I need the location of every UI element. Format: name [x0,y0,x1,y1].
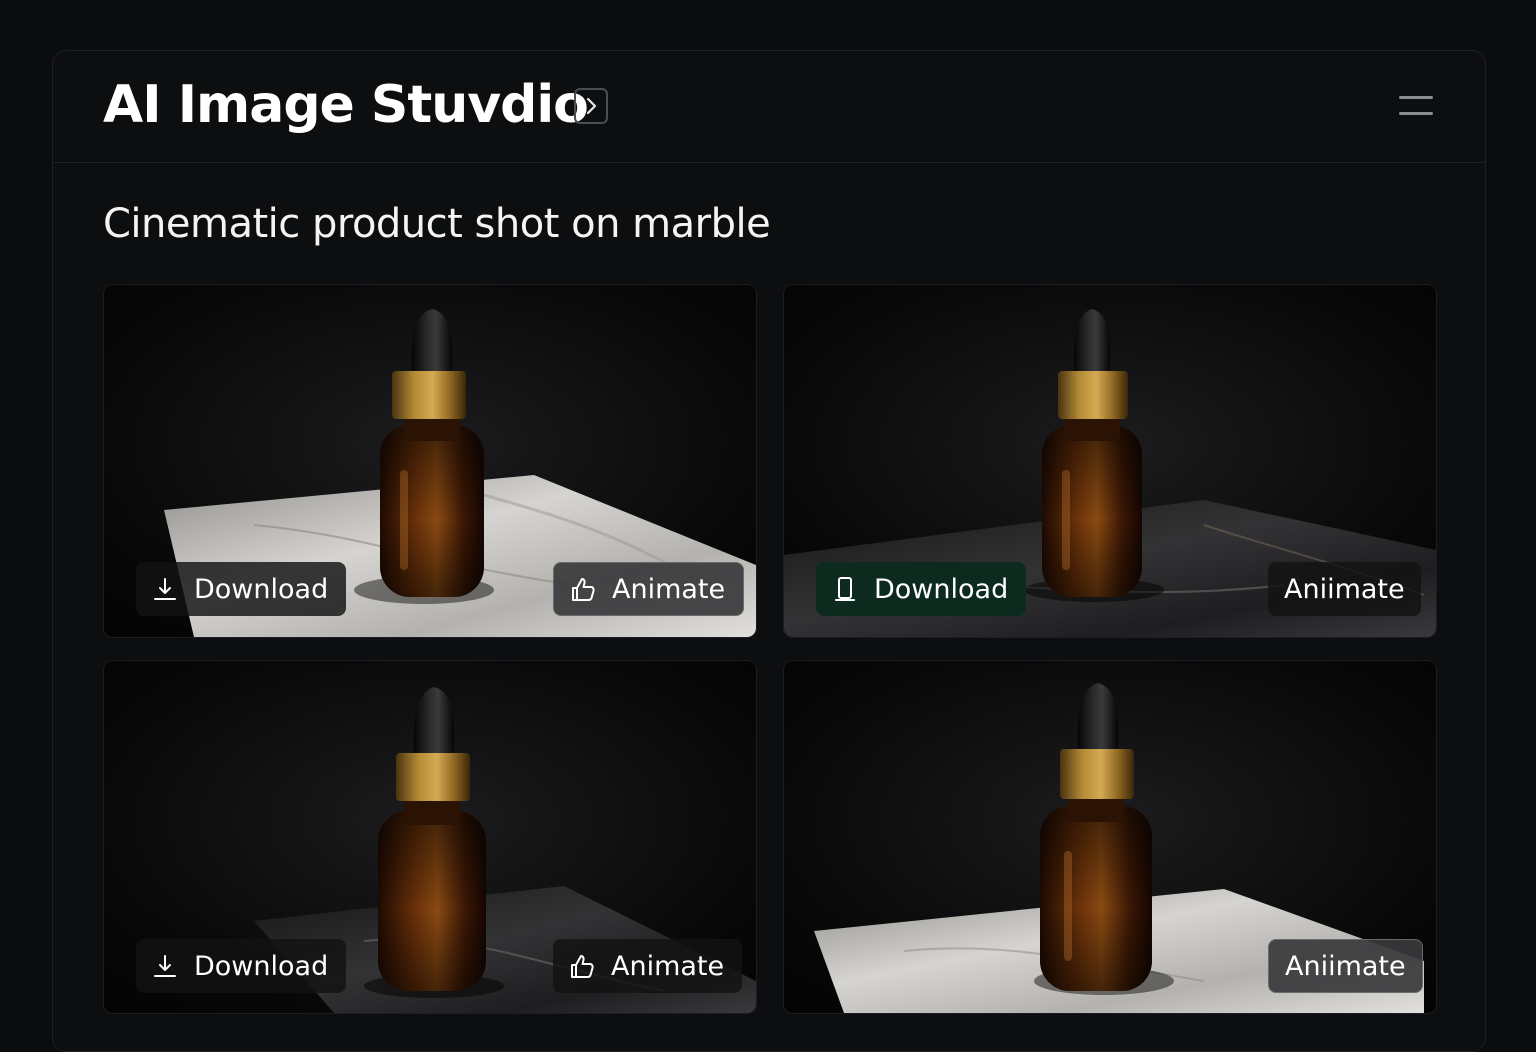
image-card-1[interactable]: Download Animate [103,284,757,638]
thumbs-up-icon [568,574,598,604]
animate-label: Aniimate [1284,573,1405,605]
animate-label: Aniimate [1285,950,1406,982]
download-icon [150,951,180,981]
prompt-title: Cinematic product shot on marble [103,201,771,247]
thumbs-up-icon [567,951,597,981]
download-label: Download [194,950,329,982]
menu-button[interactable] [1399,93,1435,119]
download-button[interactable]: Download [816,562,1027,616]
download-label: Download [874,573,1009,605]
app-title: AI Image Stuvdio [103,75,589,135]
menu-icon [1399,96,1433,99]
animate-label: Animate [612,573,726,605]
image-card-2[interactable]: Download Aniimate [783,284,1437,638]
animate-button[interactable]: Animate [553,939,743,993]
download-button[interactable]: Download [136,562,347,616]
animate-label: Animate [611,950,725,982]
download-label: Download [194,573,329,605]
app-header: AI Image Stuvdio [53,51,1485,163]
download-icon [150,574,180,604]
expand-button[interactable] [574,88,608,124]
download-button[interactable]: Download [136,939,347,993]
chevron-right-icon [586,97,597,115]
animate-button[interactable]: Aniimate [1268,562,1421,616]
image-card-3[interactable]: Download Animate [103,660,757,1014]
animate-button[interactable]: Animate [553,562,745,616]
animate-button[interactable]: Aniimate [1268,939,1423,993]
phone-icon [830,574,860,604]
image-card-4[interactable]: Aniimate [783,660,1437,1014]
